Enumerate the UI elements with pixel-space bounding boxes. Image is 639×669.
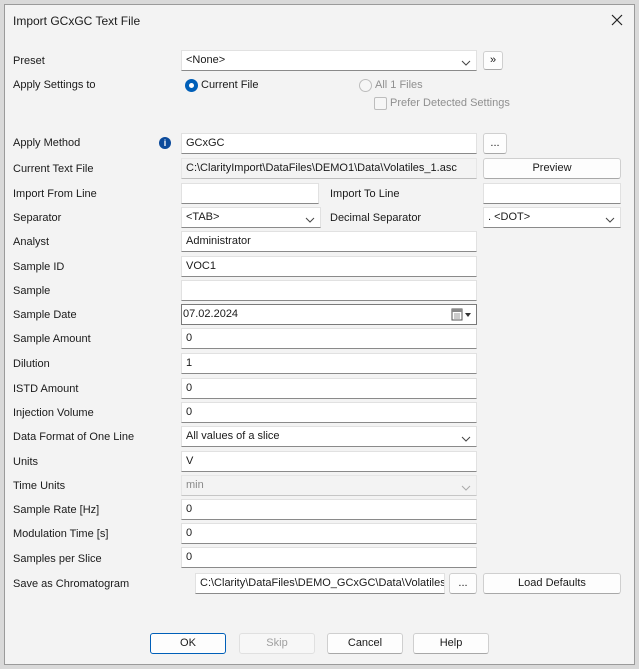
time-units-label: Time Units <box>13 480 66 492</box>
sample-date-field[interactable]: 07.02.2024 <box>181 304 477 325</box>
apply-method-field[interactable]: GCxGC <box>181 133 477 154</box>
close-icon[interactable] <box>608 11 626 29</box>
decimal-separator-value: . <DOT> <box>488 211 531 223</box>
istd-amount-label: ISTD Amount <box>13 383 79 395</box>
current-text-file-value: C:\ClarityImport\DataFiles\DEMO1\Data\Vo… <box>186 162 457 174</box>
import-from-line-field[interactable] <box>181 183 319 204</box>
dilution-field[interactable]: 1 <box>181 353 477 374</box>
sample-field[interactable] <box>181 280 477 301</box>
sample-date-label: Sample Date <box>13 309 77 321</box>
sample-amount-field[interactable]: 0 <box>181 328 477 349</box>
chevron-down-icon <box>461 432 471 442</box>
data-format-label: Data Format of One Line <box>13 431 135 443</box>
skip-button: Skip <box>239 633 315 654</box>
save-as-field[interactable]: C:\Clarity\DataFiles\DEMO_GCxGC\Data\Vol… <box>195 573 445 594</box>
samples-per-slice-label: Samples per Slice <box>13 553 102 565</box>
sample-rate-field[interactable]: 0 <box>181 499 477 520</box>
cancel-button[interactable]: Cancel <box>327 633 403 654</box>
current-text-file-label: Current Text File <box>13 163 94 175</box>
units-value: V <box>186 455 194 467</box>
title-bar: Import GCxGC Text File <box>5 5 634 35</box>
istd-amount-value: 0 <box>186 382 193 394</box>
import-to-line-field[interactable] <box>483 183 621 204</box>
apply-method-value: GCxGC <box>186 137 225 149</box>
analyst-value: Administrator <box>186 235 251 247</box>
save-as-label: Save as Chromatogram <box>13 578 130 590</box>
apply-settings-label: Apply Settings to <box>13 79 96 91</box>
sample-rate-label: Sample Rate [Hz] <box>13 504 100 516</box>
chevron-down-icon <box>305 213 315 223</box>
chevron-down-icon <box>461 481 471 491</box>
sample-id-field[interactable]: VOC1 <box>181 256 477 277</box>
preset-value: <None> <box>186 54 226 66</box>
chevron-down-icon <box>605 213 615 223</box>
modulation-time-field[interactable]: 0 <box>181 523 477 544</box>
import-dialog: Import GCxGC Text File Preset <None> » A… <box>4 4 635 665</box>
sample-id-label: Sample ID <box>13 261 65 273</box>
data-format-select[interactable]: All values of a slice <box>181 426 477 447</box>
separator-value: <TAB> <box>186 211 220 223</box>
sample-amount-label: Sample Amount <box>13 333 91 345</box>
save-as-value: C:\Clarity\DataFiles\DEMO_GCxGC\Data\Vol… <box>200 577 445 589</box>
current-file-label: Current File <box>201 79 259 91</box>
sample-rate-value: 0 <box>186 503 193 515</box>
apply-method-label: Apply Method <box>13 137 81 149</box>
ok-button[interactable]: OK <box>150 633 226 654</box>
istd-amount-field[interactable]: 0 <box>181 378 477 399</box>
injection-volume-label: Injection Volume <box>13 407 94 419</box>
units-label: Units <box>13 456 39 468</box>
injection-volume-field[interactable]: 0 <box>181 402 477 423</box>
sample-id-value: VOC1 <box>186 260 216 272</box>
samples-per-slice-field[interactable]: 0 <box>181 547 477 568</box>
modulation-time-value: 0 <box>186 527 193 539</box>
import-to-line-label: Import To Line <box>330 188 400 200</box>
all-files-label: All 1 Files <box>375 79 423 91</box>
time-units-select: min <box>181 475 477 496</box>
sample-label: Sample <box>13 285 51 297</box>
preset-label: Preset <box>13 55 45 67</box>
import-from-line-label: Import From Line <box>13 188 97 200</box>
all-files-radio <box>359 79 372 92</box>
preview-button[interactable]: Preview <box>483 158 621 179</box>
samples-per-slice-value: 0 <box>186 551 193 563</box>
chevron-down-icon <box>461 56 471 66</box>
data-format-value: All values of a slice <box>186 430 280 442</box>
dilution-label: Dilution <box>13 358 50 370</box>
sample-amount-value: 0 <box>186 332 193 344</box>
injection-volume-value: 0 <box>186 406 193 418</box>
info-icon[interactable]: i <box>159 137 171 149</box>
analyst-label: Analyst <box>13 236 50 248</box>
modulation-time-label: Modulation Time [s] <box>13 528 109 540</box>
current-file-radio[interactable] <box>185 79 198 92</box>
separator-select[interactable]: <TAB> <box>181 207 321 228</box>
separator-label: Separator <box>13 212 62 224</box>
time-units-value: min <box>186 479 204 491</box>
load-defaults-button[interactable]: Load Defaults <box>483 573 621 594</box>
decimal-separator-label: Decimal Separator <box>330 212 422 224</box>
window-title: Import GCxGC Text File <box>13 14 141 28</box>
sample-date-value: 07.02.2024 <box>183 308 239 320</box>
dilution-value: 1 <box>186 357 193 369</box>
save-browse-button[interactable]: ... <box>449 573 477 594</box>
current-text-file-field: C:\ClarityImport\DataFiles\DEMO1\Data\Vo… <box>181 158 477 179</box>
method-browse-button[interactable]: ... <box>483 133 507 154</box>
preset-select[interactable]: <None> <box>181 50 477 71</box>
preset-more-button[interactable]: » <box>483 51 503 70</box>
decimal-separator-select[interactable]: . <DOT> <box>483 207 621 228</box>
prefer-detected-label: Prefer Detected Settings <box>390 97 510 109</box>
help-button[interactable]: Help <box>413 633 489 654</box>
calendar-icon[interactable] <box>451 308 473 322</box>
units-field[interactable]: V <box>181 451 477 472</box>
prefer-detected-checkbox <box>374 97 387 110</box>
analyst-field[interactable]: Administrator <box>181 231 477 252</box>
